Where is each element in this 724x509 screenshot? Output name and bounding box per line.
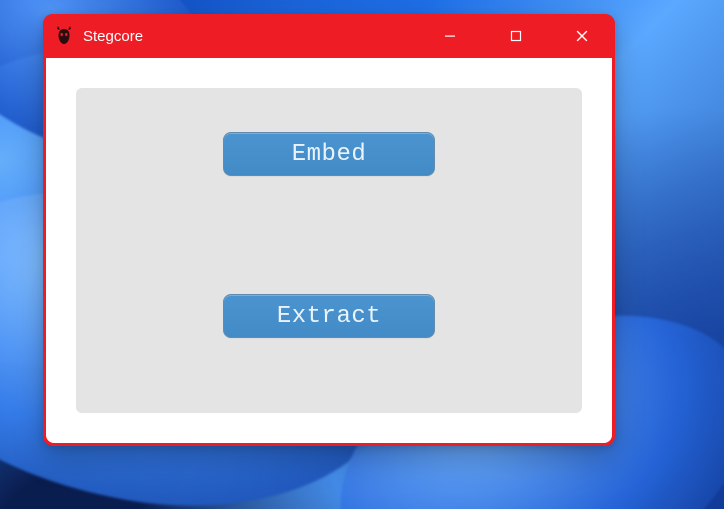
client-area: Embed Extract (46, 58, 612, 443)
titlebar[interactable]: Stegcore (43, 14, 615, 58)
app-window: Stegcore (43, 14, 615, 446)
app-title: Stegcore (83, 28, 143, 45)
close-button[interactable] (549, 14, 615, 58)
embed-button[interactable]: Embed (223, 132, 435, 176)
embed-button-label: Embed (292, 141, 367, 168)
app-icon (55, 26, 73, 46)
minimize-button[interactable] (417, 14, 483, 58)
main-panel: Embed Extract (76, 88, 582, 413)
desktop-wallpaper: Stegcore (0, 0, 724, 509)
close-icon (576, 30, 588, 42)
extract-button[interactable]: Extract (223, 294, 435, 338)
maximize-button[interactable] (483, 14, 549, 58)
window-controls (417, 14, 615, 58)
extract-button-label: Extract (277, 303, 381, 330)
maximize-icon (510, 30, 522, 42)
minimize-icon (444, 30, 456, 42)
